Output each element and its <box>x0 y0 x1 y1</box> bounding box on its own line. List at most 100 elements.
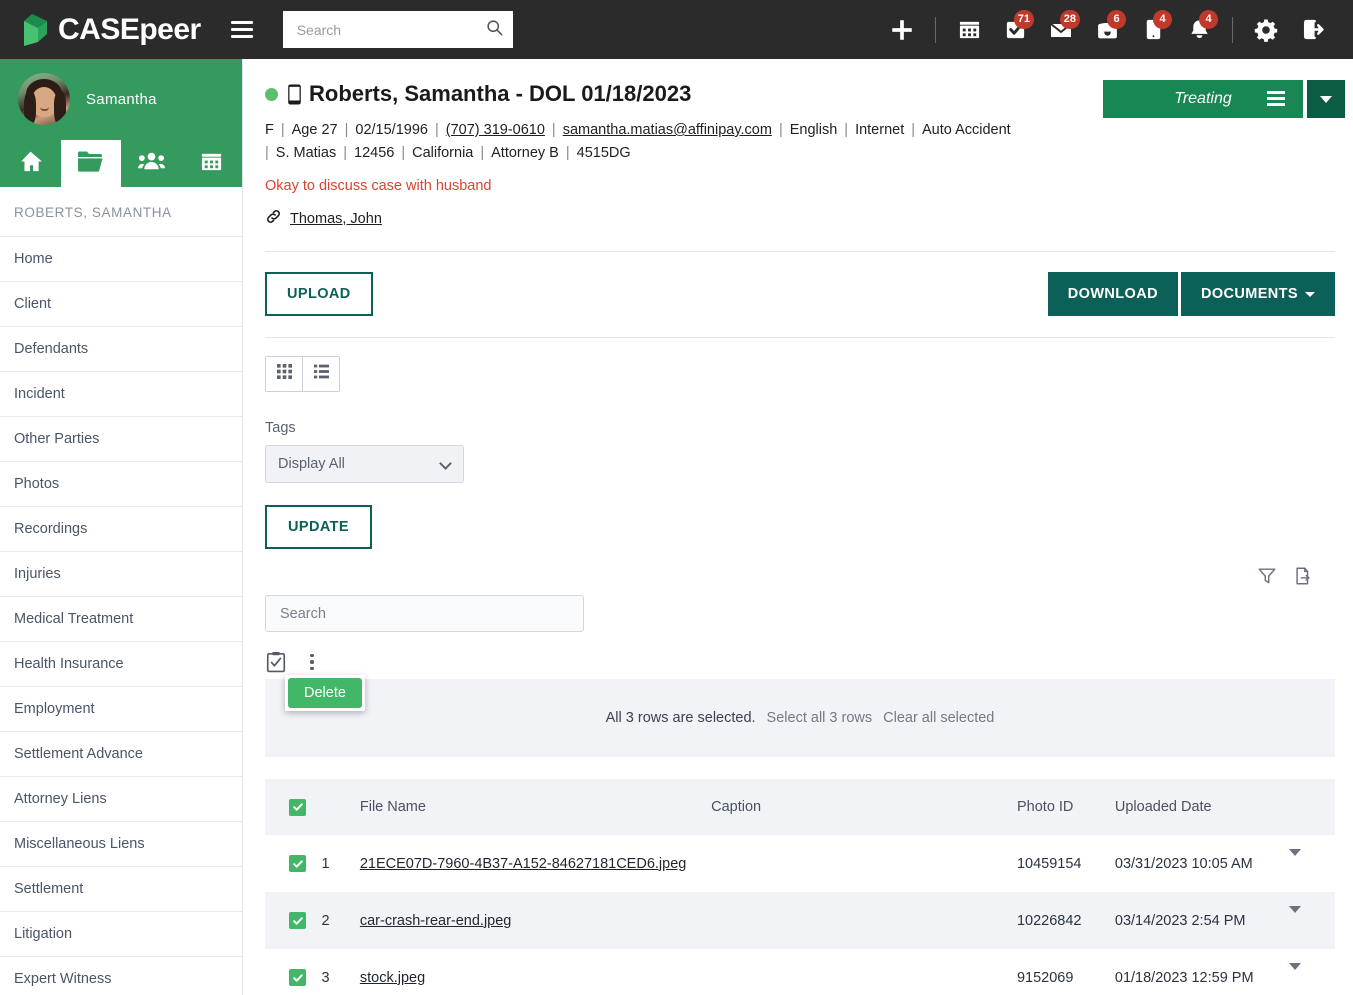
sidebar-item-photos[interactable]: Photos <box>0 462 242 507</box>
table-row[interactable]: 3 stock.jpeg 9152069 01/18/2023 12:59 PM <box>265 949 1335 995</box>
sidebar-item-health-insurance[interactable]: Health Insurance <box>0 642 242 687</box>
sidebar-tab-contacts[interactable] <box>121 140 182 187</box>
mail-icon[interactable]: 28 <box>1038 9 1084 50</box>
hamburger-menu-icon[interactable] <box>230 21 253 38</box>
sidebar-item-home[interactable]: Home <box>0 237 242 282</box>
case-status-button[interactable]: Treating <box>1103 80 1303 118</box>
status-menu-icon[interactable] <box>1267 91 1285 109</box>
meta-staff: S. Matias <box>275 145 337 161</box>
file-name-link[interactable]: car-crash-rear-end.jpeg <box>360 913 512 929</box>
download-button[interactable]: DOWNLOAD <box>1047 272 1178 316</box>
table-search-input[interactable] <box>278 604 571 623</box>
sidebar-tab-calendar[interactable] <box>182 140 243 187</box>
sidebar-item-attorney-liens[interactable]: Attorney Liens <box>0 777 242 822</box>
global-search[interactable] <box>282 11 513 48</box>
sidebar-case-label: ROBERTS, SAMANTHA <box>0 187 242 237</box>
sidebar-item-recordings[interactable]: Recordings <box>0 507 242 552</box>
inbox-icon[interactable]: 6 <box>1084 9 1130 50</box>
checkbox-checked-icon[interactable] <box>289 969 306 986</box>
row-file-name: stock.jpeg <box>360 949 711 995</box>
checkbox-checked-icon[interactable] <box>289 798 306 816</box>
clear-all-selected-link[interactable]: Clear all selected <box>883 710 994 726</box>
row-dropdown-icon[interactable] <box>1288 848 1301 872</box>
upload-button[interactable]: UPLOAD <box>265 272 373 316</box>
delete-menu-item[interactable]: Delete <box>288 678 362 708</box>
row-checkbox-cell[interactable] <box>265 949 322 995</box>
sidebar-item-litigation[interactable]: Litigation <box>0 912 242 957</box>
file-name-link[interactable]: stock.jpeg <box>360 970 425 986</box>
sidebar-item-client[interactable]: Client <box>0 282 242 327</box>
select-all-icon[interactable] <box>265 651 287 673</box>
sidebar-item-expert-witness[interactable]: Expert Witness <box>0 957 242 995</box>
table-search[interactable] <box>265 595 584 632</box>
sidebar-item-miscellaneous-liens[interactable]: Miscellaneous Liens <box>0 822 242 867</box>
row-uploaded-date: 01/18/2023 12:59 PM <box>1114 969 1254 986</box>
sidebar-item-settlement[interactable]: Settlement <box>0 867 242 912</box>
checkbox-checked-icon[interactable] <box>289 912 306 929</box>
grid-view-button[interactable] <box>266 357 302 391</box>
tasks-badge: 71 <box>1013 9 1034 29</box>
documents-dropdown-button[interactable]: DOCUMENTS <box>1180 272 1335 316</box>
row-checkbox-cell[interactable] <box>265 892 322 949</box>
header-photo-id[interactable]: Photo ID <box>1016 779 1115 835</box>
checkbox-checked-icon[interactable] <box>289 855 306 872</box>
filter-icon[interactable] <box>1257 566 1277 591</box>
row-dropdown-icon[interactable] <box>1288 962 1301 986</box>
table-row[interactable]: 2 car-crash-rear-end.jpeg 10226842 03/14… <box>265 892 1335 949</box>
brand-name: CASEpeer <box>58 12 201 46</box>
sidebar-tab-home[interactable] <box>0 140 61 187</box>
meta-email-link[interactable]: samantha.matias@affinipay.com <box>563 122 772 138</box>
table-row[interactable]: 1 21ECE07D-7960-4B37-A152-84627181CED6.j… <box>265 835 1335 892</box>
linked-contact-link[interactable]: Thomas, John <box>290 211 382 227</box>
row-actions-cell[interactable] <box>1288 949 1336 995</box>
sidebar-item-injuries[interactable]: Injuries <box>0 552 242 597</box>
list-view-button[interactable] <box>302 357 339 391</box>
header-caption[interactable]: Caption <box>711 779 1017 835</box>
header-file-name[interactable]: File Name <box>359 779 712 835</box>
sidebar-item-settlement-advance[interactable]: Settlement Advance <box>0 732 242 777</box>
sms-icon[interactable]: 4 <box>1130 9 1176 50</box>
row-index: 3 <box>321 969 330 986</box>
top-navigation-bar: CASEpeer 71 28 6 4 <box>0 0 1353 59</box>
case-status-dot-icon <box>265 87 278 101</box>
settings-icon[interactable] <box>1243 10 1289 50</box>
header-select-all[interactable] <box>265 779 322 835</box>
tags-select[interactable]: Display All <box>265 445 464 483</box>
main-content: Treating Roberts, Samantha - DOL 01/18/2… <box>243 59 1353 995</box>
logout-icon[interactable] <box>1289 10 1335 50</box>
sidebar-item-defendants[interactable]: Defendants <box>0 327 242 372</box>
row-photo-id: 9152069 <box>1016 969 1074 986</box>
calendar-icon[interactable] <box>946 10 992 50</box>
row-checkbox-cell[interactable] <box>265 835 322 892</box>
sidebar-item-other-parties[interactable]: Other Parties <box>0 417 242 462</box>
header-uploaded-date[interactable]: Uploaded Date <box>1114 779 1289 835</box>
sidebar-item-incident[interactable]: Incident <box>0 372 242 417</box>
row-file-name: 21ECE07D-7960-4B37-A152-84627181CED6.jpe… <box>360 835 711 892</box>
export-icon[interactable] <box>1293 566 1313 591</box>
update-button[interactable]: UPDATE <box>265 505 372 549</box>
documents-label: DOCUMENTS <box>1200 286 1298 302</box>
folder-icon <box>77 149 104 179</box>
meta-language: English <box>789 122 838 138</box>
add-icon[interactable] <box>879 10 925 50</box>
sidebar-tab-cases[interactable] <box>60 140 121 187</box>
kebab-menu-icon[interactable] <box>301 651 323 673</box>
file-name-link[interactable]: 21ECE07D-7960-4B37-A152-84627181CED6.jpe… <box>360 856 686 872</box>
case-title-text: Roberts, Samantha - DOL 01/18/2023 <box>309 81 692 106</box>
sidebar-item-medical-treatment[interactable]: Medical Treatment <box>0 597 242 642</box>
row-actions-cell[interactable] <box>1288 835 1336 892</box>
select-all-rows-link[interactable]: Select all 3 rows <box>767 710 873 726</box>
inbox-badge: 6 <box>1107 9 1126 29</box>
row-dropdown-icon[interactable] <box>1288 905 1301 929</box>
meta-phone-link[interactable]: (707) 319-0610 <box>446 122 545 138</box>
sidebar-item-employment[interactable]: Employment <box>0 687 242 732</box>
notifications-icon[interactable]: 4 <box>1176 9 1222 50</box>
row-actions-cell[interactable] <box>1288 892 1335 949</box>
case-status-dropdown-button[interactable] <box>1307 80 1345 118</box>
app-logo[interactable]: CASEpeer <box>16 12 201 48</box>
tags-label: Tags <box>265 420 296 436</box>
table-tools <box>1257 566 1313 591</box>
row-caption <box>711 949 1017 995</box>
search-input[interactable] <box>294 20 486 39</box>
tasks-icon[interactable]: 71 <box>992 9 1038 50</box>
